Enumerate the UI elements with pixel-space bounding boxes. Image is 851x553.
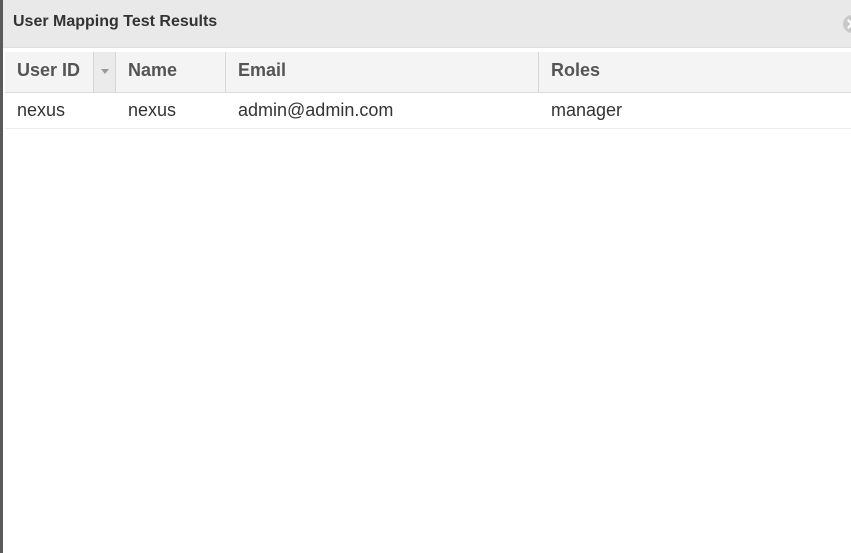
cell-email: admin@admin.com — [238, 100, 394, 120]
column-header-roles[interactable]: Roles — [539, 52, 851, 92]
column-header-label: User ID — [17, 60, 81, 80]
column-header-label: Name — [128, 60, 178, 80]
column-header-label: Roles — [551, 60, 601, 80]
caret-down-icon — [101, 69, 109, 74]
results-window: User Mapping Test Results User ID Name E… — [0, 0, 851, 553]
cell-roles: manager — [551, 100, 623, 120]
column-header-email[interactable]: Email — [226, 52, 539, 92]
results-grid: User ID Name Email Roles nexus nexus adm… — [5, 52, 851, 129]
column-header-label: Email — [238, 60, 287, 80]
column-header-user-id[interactable]: User ID — [5, 52, 116, 92]
table-row[interactable]: nexus nexus admin@admin.com manager — [5, 93, 851, 129]
title-bar: User Mapping Test Results — [3, 0, 851, 48]
cell-name: nexus — [128, 100, 177, 120]
column-header-name[interactable]: Name — [116, 52, 226, 92]
grid-header: User ID Name Email Roles — [5, 52, 851, 93]
cell-user-id: nexus — [17, 100, 66, 120]
column-menu-trigger[interactable] — [93, 52, 115, 92]
close-icon[interactable] — [843, 15, 851, 33]
window-title: User Mapping Test Results — [13, 13, 218, 30]
